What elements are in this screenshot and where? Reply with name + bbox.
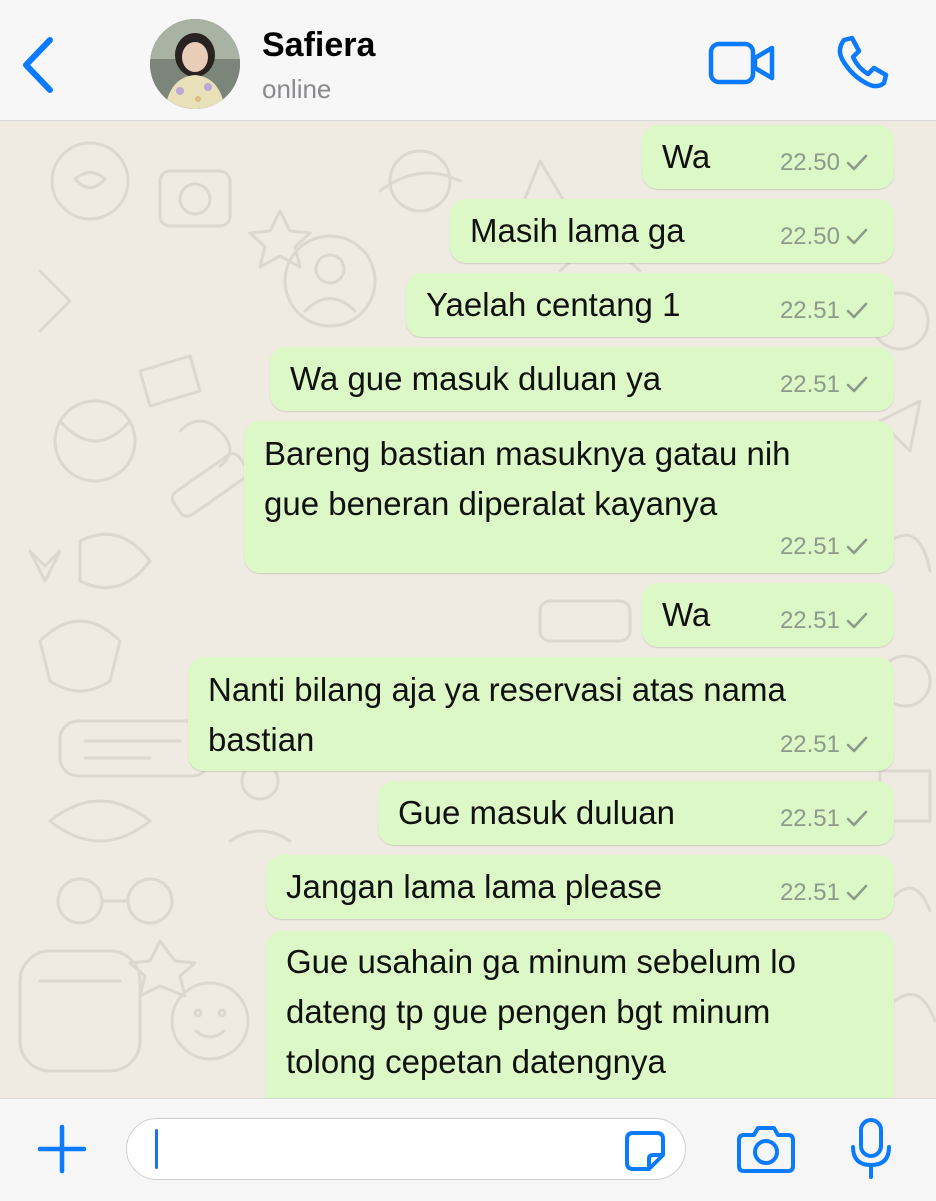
sticker-icon <box>625 1131 665 1171</box>
microphone-icon <box>851 1118 891 1179</box>
message-bubble[interactable]: Nanti bilang aja ya reservasi atas nama … <box>188 657 894 771</box>
message-time: 22.51 <box>779 879 840 906</box>
message-meta: 22.51 <box>780 371 868 399</box>
text-caret <box>155 1129 158 1169</box>
message-time: 22.50 <box>779 223 840 250</box>
attach-button[interactable] <box>36 1123 88 1175</box>
message-bubble[interactable]: Wa gue masuk duluan ya 22.51 <box>270 347 894 411</box>
contact-name[interactable]: Safiera <box>262 26 375 65</box>
single-check-icon <box>846 612 868 629</box>
message-time: 22.51 <box>779 533 840 560</box>
message-meta: 22.51 <box>780 533 868 561</box>
message-meta: 22.51 <box>780 297 868 325</box>
plus-icon <box>37 1124 87 1174</box>
message-time: 22.50 <box>779 149 840 176</box>
video-call-icon <box>708 41 775 85</box>
message-input[interactable] <box>126 1118 686 1180</box>
message-bubble[interactable]: Masih lama ga 22.50 <box>450 199 894 263</box>
single-check-icon <box>846 538 868 555</box>
message-meta: 22.50 <box>780 149 868 177</box>
message-text: Nanti bilang aja ya reservasi atas nama … <box>208 671 786 758</box>
camera-icon <box>737 1126 795 1173</box>
message-time: 22.51 <box>779 805 840 832</box>
voice-call-button[interactable] <box>832 34 890 90</box>
input-bar <box>0 1098 936 1201</box>
single-check-icon <box>846 376 868 393</box>
message-bubble[interactable]: Bareng bastian masuknya gatau nih gue be… <box>244 421 894 573</box>
message-meta: 22.51 <box>780 879 868 907</box>
camera-button[interactable] <box>736 1123 796 1175</box>
message-time: 22.51 <box>779 297 840 324</box>
single-check-icon <box>846 810 868 827</box>
message-meta: 22.50 <box>780 223 868 251</box>
message-meta: 22.51 <box>780 607 868 635</box>
back-chevron-icon <box>23 37 53 93</box>
message-meta: 22.51 <box>780 731 868 759</box>
message-time: 22.51 <box>779 371 840 398</box>
message-list[interactable]: Wa 22.50 Masih lama ga 22.50 Yaelah cent… <box>0 121 936 1098</box>
contact-status: online <box>262 74 332 104</box>
message-text: Gue usahain ga minum sebelum lo dateng t… <box>286 943 796 1080</box>
message-bubble[interactable]: Yaelah centang 1 22.51 <box>406 273 894 337</box>
message-time: 22.51 <box>779 731 840 758</box>
microphone-button[interactable] <box>850 1117 892 1181</box>
message-bubble[interactable]: Jangan lama lama please 22.51 <box>266 855 894 919</box>
message-bubble[interactable]: Gue masuk duluan 22.51 <box>378 781 894 845</box>
video-call-button[interactable] <box>708 38 776 88</box>
back-button[interactable] <box>14 30 64 100</box>
single-check-icon <box>846 302 868 319</box>
single-check-icon <box>846 736 868 753</box>
contact-avatar[interactable] <box>150 19 240 109</box>
sticker-button[interactable] <box>623 1129 667 1173</box>
message-bubble[interactable]: Wa 22.50 <box>642 125 894 189</box>
message-meta: 22.51 <box>780 805 868 833</box>
single-check-icon <box>846 154 868 171</box>
message-text: Bareng bastian masuknya gatau nih gue be… <box>264 435 791 522</box>
phone-icon <box>837 35 889 89</box>
chat-header: Safiera online <box>0 0 936 121</box>
message-bubble[interactable]: Wa 22.51 <box>642 583 894 647</box>
single-check-icon <box>846 228 868 245</box>
message-bubble[interactable]: Gue usahain ga minum sebelum lo dateng t… <box>266 931 894 1098</box>
single-check-icon <box>846 884 868 901</box>
message-time: 22.51 <box>779 607 840 634</box>
